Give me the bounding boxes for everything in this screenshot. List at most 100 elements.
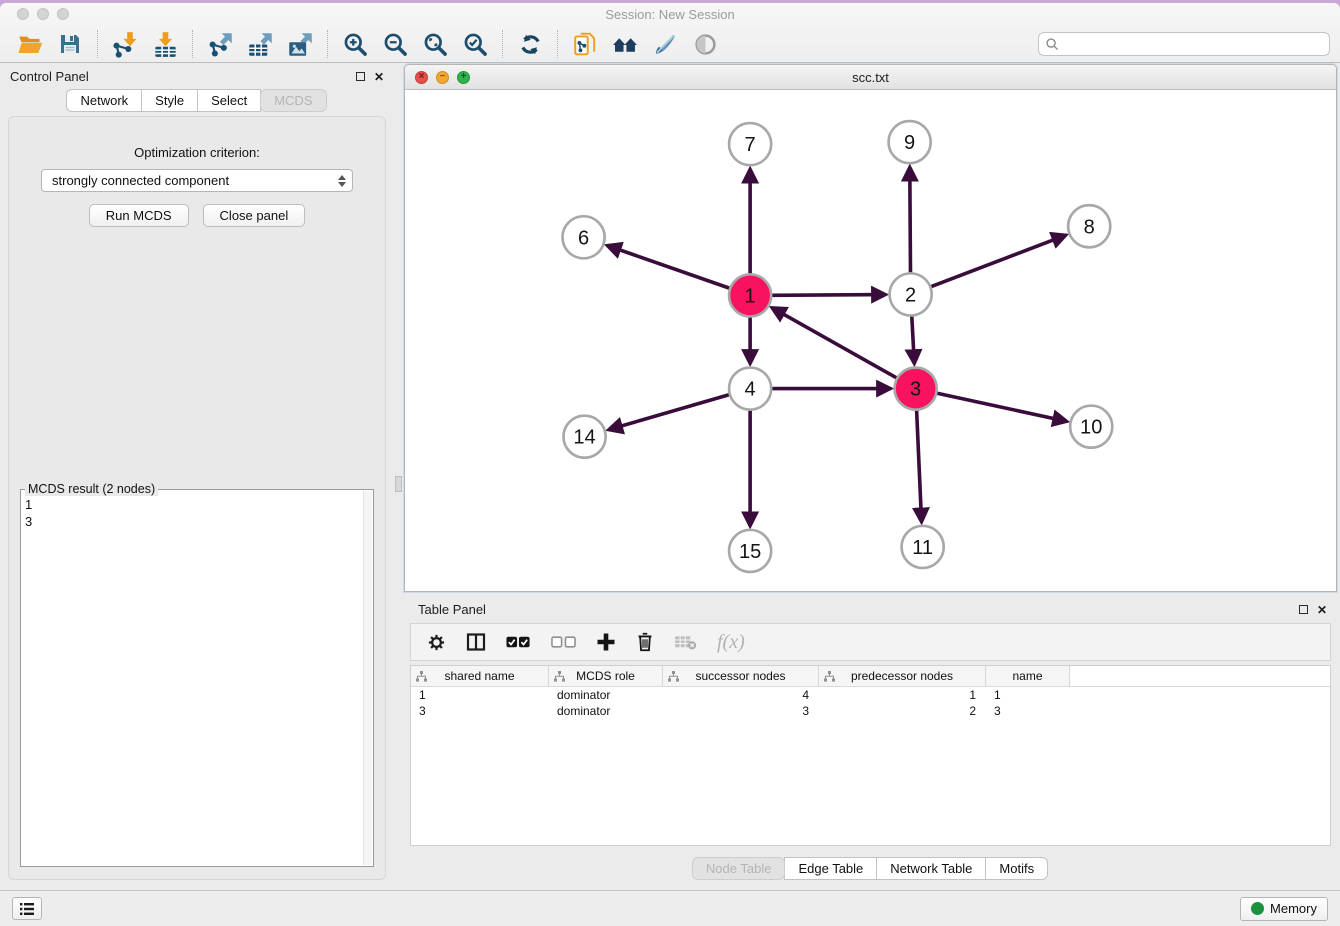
float-panel-icon[interactable] [356,72,365,81]
tab-node-table[interactable]: Node Table [692,857,786,880]
edge-1-6[interactable] [607,246,729,289]
zoom-selected-button[interactable] [455,28,495,60]
zoom-fit-icon [422,31,449,58]
table-cell: 3 [663,704,819,718]
export-network-button[interactable] [200,28,240,60]
application-window: Session: New Session [0,3,1340,926]
tab-network-table[interactable]: Network Table [876,857,986,880]
node-2[interactable]: 2 [890,273,932,315]
svg-text:7: 7 [745,134,756,156]
tab-select[interactable]: Select [197,89,261,112]
column-header-predecessor-nodes[interactable]: predecessor nodes [819,666,986,686]
tab-mcds[interactable]: MCDS [260,89,326,112]
save-session-button[interactable] [50,28,90,60]
import-table-button[interactable] [145,28,185,60]
divider-grip[interactable] [395,476,402,492]
table-panel-title: Table Panel [418,602,486,617]
node-6[interactable]: 6 [563,216,605,258]
export-image-button[interactable] [280,28,320,60]
edge-3-11[interactable] [917,411,922,522]
search-box[interactable] [1038,32,1330,56]
open-session-button[interactable] [10,28,50,60]
table-tabs-area: Node TableEdge TableNetwork TableMotifs [404,846,1337,890]
node-4[interactable]: 4 [729,368,771,410]
refresh-layout-button[interactable] [510,28,550,60]
select-all-button[interactable] [506,635,531,649]
export-table-icon [247,31,274,58]
first-neighbors-button[interactable] [605,28,645,60]
tab-network[interactable]: Network [66,89,142,112]
result-scrollbar[interactable] [363,491,372,865]
edge-1-2[interactable] [772,295,885,296]
dropdown-value: strongly connected component [52,173,229,188]
table-settings-button[interactable] [427,633,446,652]
zoom-in-icon [342,31,369,58]
optimization-criterion-select[interactable]: strongly connected component [41,169,353,192]
edge-2-9[interactable] [910,167,911,272]
node-15[interactable]: 15 [729,530,771,572]
table-cell: dominator [549,704,663,718]
node-10[interactable]: 10 [1070,406,1112,448]
clone-network-button[interactable] [565,28,605,60]
network-canvas[interactable]: 7 9 6 8 1 2 4 3 14 10 15 11 [405,90,1336,591]
float-panel-icon[interactable] [1299,605,1308,614]
zoom-in-button[interactable] [335,28,375,60]
gear-icon [427,633,446,652]
function-builder-button[interactable]: f(x) [717,631,745,654]
task-history-button[interactable] [12,897,42,920]
import-network-button[interactable] [105,28,145,60]
export-table-button[interactable] [240,28,280,60]
memory-button[interactable]: Memory [1240,897,1328,921]
tab-edge-table[interactable]: Edge Table [784,857,877,880]
node-8[interactable]: 8 [1068,205,1110,247]
node-1[interactable]: 1 [729,274,771,316]
graphics-details-button[interactable] [645,28,685,60]
main-area: Control Panel ✕ NetworkStyleSelectMCDS O… [0,64,1340,890]
close-panel-icon[interactable]: ✕ [374,71,384,83]
column-header-MCDS-role[interactable]: MCDS role [549,666,663,686]
svg-text:3: 3 [910,379,921,401]
node-9[interactable]: 9 [889,121,931,163]
memory-label: Memory [1270,901,1317,916]
node-7[interactable]: 7 [729,123,771,165]
svg-text:14: 14 [573,427,595,449]
table-toolbar: f(x) [410,623,1331,661]
birdseye-view-button[interactable] [685,28,725,60]
delete-column-button[interactable] [636,632,654,652]
close-panel-button[interactable]: Close panel [203,204,306,227]
node-table[interactable]: shared nameMCDS rolesuccessor nodesprede… [410,665,1331,846]
run-mcds-button[interactable]: Run MCDS [89,204,189,227]
tab-style[interactable]: Style [141,89,198,112]
status-bar: Memory [0,890,1340,926]
mcds-result-item: 3 [25,513,363,530]
edge-3-1[interactable] [772,308,896,378]
edge-2-8[interactable] [931,235,1066,286]
table-row[interactable]: 3dominator323 [411,703,1330,719]
edge-4-14[interactable] [609,395,729,430]
add-column-button[interactable] [596,632,616,652]
tab-motifs[interactable]: Motifs [985,857,1048,880]
window-chrome: Session: New Session [0,3,1340,63]
zoom-fit-button[interactable] [415,28,455,60]
column-header-shared-name[interactable]: shared name [411,666,549,686]
zoom-out-button[interactable] [375,28,415,60]
node-3[interactable]: 3 [895,368,937,410]
edge-3-10[interactable] [937,393,1066,421]
toolbar-separator [97,30,98,58]
column-header-successor-nodes[interactable]: successor nodes [663,666,819,686]
table-row[interactable]: 1dominator411 [411,687,1330,703]
table-cell: dominator [549,688,663,702]
close-panel-icon[interactable]: ✕ [1317,604,1327,616]
search-input[interactable] [1060,34,1323,54]
panel-divider[interactable] [394,64,404,890]
node-14[interactable]: 14 [564,416,606,458]
edge-2-3[interactable] [912,316,915,363]
svg-text:1: 1 [745,285,756,307]
export-network-icon [207,31,234,58]
network-graph[interactable]: 7 9 6 8 1 2 4 3 14 10 15 11 [405,90,1336,591]
deselect-all-button[interactable] [551,635,576,649]
delete-table-button[interactable] [674,634,697,651]
node-11[interactable]: 11 [902,526,944,568]
column-header-name[interactable]: name [986,666,1070,686]
split-panel-button[interactable] [466,632,486,652]
